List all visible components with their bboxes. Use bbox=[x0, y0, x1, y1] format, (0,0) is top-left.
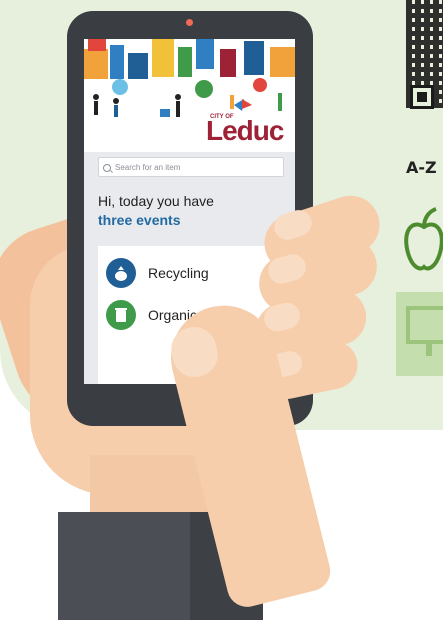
search-input[interactable]: Search for an item bbox=[98, 157, 284, 177]
search-icon bbox=[103, 164, 111, 172]
greeting-line: Hi, today you have bbox=[98, 193, 214, 209]
recycling-bag-icon bbox=[106, 258, 136, 288]
events-count-link[interactable]: three events bbox=[98, 212, 180, 228]
city-illustration: CITY OF Leduc bbox=[84, 39, 295, 152]
qr-corner bbox=[410, 85, 434, 109]
logo-wordmark: Leduc bbox=[206, 115, 284, 146]
az-section-label: A-Z bbox=[406, 158, 437, 177]
monitor-tile bbox=[396, 292, 443, 376]
event-item-recycling[interactable]: Recycling bbox=[106, 258, 209, 288]
camera-dot bbox=[186, 19, 193, 26]
apple-icon bbox=[404, 207, 443, 271]
monitor-icon bbox=[406, 306, 443, 356]
search-placeholder: Search for an item bbox=[115, 163, 181, 172]
event-label: Recycling bbox=[148, 265, 209, 281]
organics-bin-icon bbox=[106, 300, 136, 330]
